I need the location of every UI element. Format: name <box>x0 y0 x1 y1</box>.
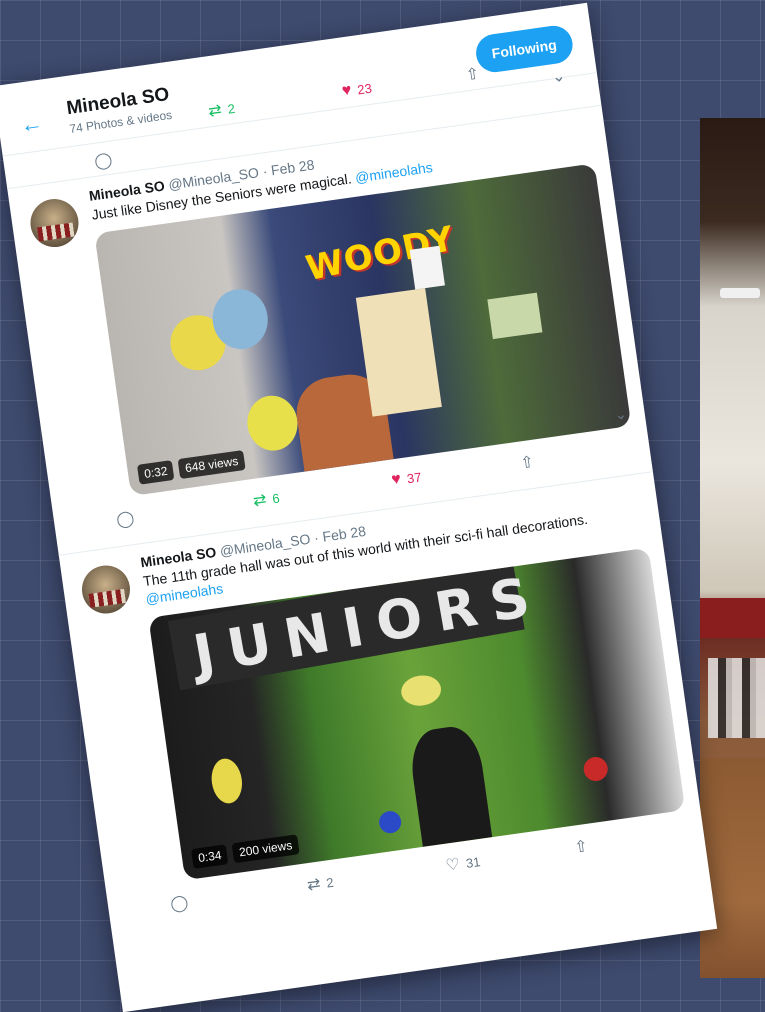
video-views: 648 views <box>177 450 246 479</box>
chevron-down-icon[interactable]: ⌄ <box>614 405 628 423</box>
people-group <box>708 658 765 738</box>
video-duration: 0:34 <box>190 844 229 869</box>
retweet-icon: ⇄ <box>252 491 268 511</box>
bleachers <box>700 598 765 638</box>
avatar[interactable] <box>27 195 82 251</box>
like-count: 23 <box>356 80 373 98</box>
planet-decoration <box>208 756 245 806</box>
more-button[interactable]: ⌄ <box>551 66 567 88</box>
retweet-button[interactable]: ⇄ 2 <box>306 872 335 896</box>
chevron-down-icon: ⌄ <box>550 67 567 87</box>
tweet[interactable]: Mineola SO @Mineola_SO · Feb 28 The 11th… <box>58 471 707 939</box>
share-icon: ⇧ <box>464 65 481 85</box>
speech-bubble-icon: ◯ <box>115 509 136 530</box>
share-button[interactable]: ⇧ <box>519 452 535 474</box>
paper-sign <box>487 292 543 340</box>
retweet-button[interactable]: ⇄ 6 <box>252 488 281 512</box>
gym-floor <box>700 758 765 978</box>
retweet-count: 6 <box>271 489 281 506</box>
like-count: 31 <box>464 853 482 871</box>
video-meta: 0:34 200 views <box>190 834 300 869</box>
speech-bubble-icon: ◯ <box>169 894 190 914</box>
retweet-icon: ⇄ <box>306 875 322 895</box>
share-icon: ⇧ <box>573 837 590 857</box>
twitter-screenshot: ← Mineola SO 74 Photos & videos Followin… <box>0 2 718 1012</box>
retweet-count: 2 <box>325 874 335 891</box>
like-button[interactable]: ♥ 37 <box>390 468 422 490</box>
light-decoration <box>399 672 444 709</box>
like-count: 37 <box>405 469 423 486</box>
background-photo <box>700 118 765 978</box>
heart-icon: ♡ <box>444 855 462 875</box>
video-duration: 0:32 <box>136 460 175 485</box>
retweet-icon: ⇄ <box>207 101 223 121</box>
share-icon: ⇧ <box>519 453 536 473</box>
heart-icon: ♥ <box>390 470 403 489</box>
share-button[interactable]: ⇧ <box>573 836 589 858</box>
speech-bubble-icon: ◯ <box>93 151 114 171</box>
heart-icon: ♥ <box>340 81 353 100</box>
paper-sign <box>409 245 445 290</box>
reply-button[interactable]: ◯ <box>115 508 136 530</box>
person-silhouette <box>406 723 493 847</box>
arrow-left-icon[interactable]: ← <box>19 110 44 139</box>
ceiling-light <box>720 288 760 298</box>
balloon <box>243 392 302 454</box>
share-button[interactable]: ⇧ <box>465 64 481 86</box>
video-meta: 0:32 648 views <box>136 450 246 485</box>
balloon <box>377 809 403 835</box>
video-views: 200 views <box>231 834 300 864</box>
reply-button[interactable]: ◯ <box>169 892 190 914</box>
like-button[interactable]: ♡ 31 <box>444 851 482 876</box>
reply-button[interactable]: ◯ <box>93 150 114 172</box>
avatar[interactable] <box>78 562 134 617</box>
retweet-button[interactable]: ⇄ 2 <box>207 98 236 122</box>
balloon <box>582 755 610 783</box>
